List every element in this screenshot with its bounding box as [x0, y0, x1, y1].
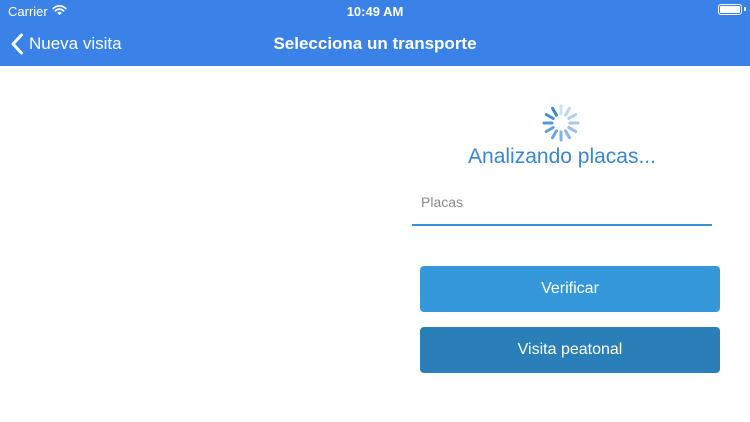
battery-icon — [718, 4, 742, 15]
spinner-spoke — [551, 106, 558, 117]
battery-tip — [744, 7, 746, 11]
clock: 10:49 AM — [346, 4, 404, 19]
spinner-spoke — [564, 129, 571, 140]
plates-input[interactable] — [412, 188, 712, 226]
spinner-spoke — [564, 106, 571, 117]
spinner-icon — [542, 104, 580, 142]
header: Carrier 10:49 AM Nueva visita Selecciona… — [0, 0, 750, 66]
navigation-bar: Nueva visita Selecciona un transporte — [0, 22, 750, 66]
spinner-spoke — [551, 129, 558, 140]
walk-visit-button[interactable]: Visita peatonal — [420, 327, 720, 373]
spinner-spoke — [567, 126, 578, 133]
page-title: Selecciona un transporte — [273, 34, 477, 53]
status-bar: Carrier 10:49 AM — [0, 0, 750, 22]
status-text: Analizando placas... — [468, 145, 656, 168]
spinner-spoke — [567, 113, 578, 120]
verify-button[interactable]: Verificar — [420, 266, 720, 312]
spinner-spoke — [544, 113, 555, 120]
spinner-spoke — [544, 126, 555, 133]
